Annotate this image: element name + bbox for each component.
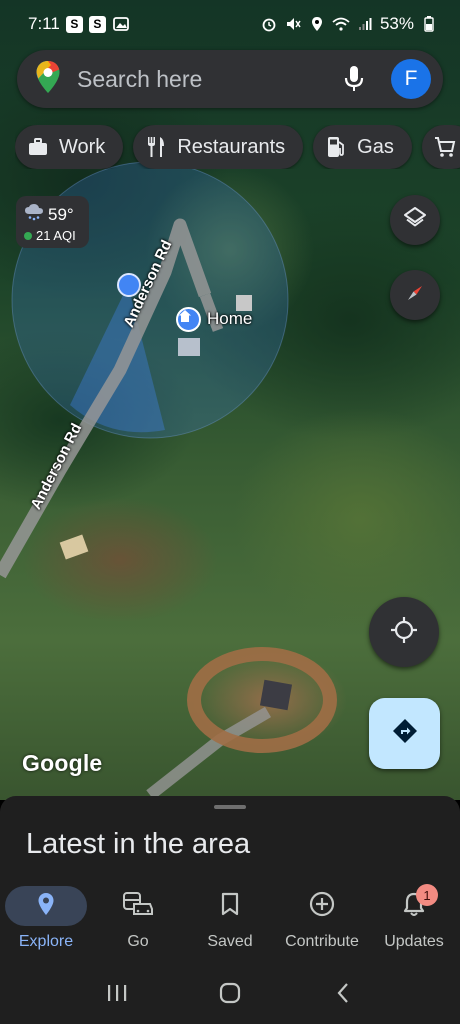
signal-icon <box>356 15 374 33</box>
weather-temperature: 59° <box>48 204 74 224</box>
sheet-drag-handle[interactable] <box>214 805 246 809</box>
location-icon <box>308 15 326 33</box>
aqi-status-dot <box>24 231 32 240</box>
nav-label: Go <box>127 933 149 950</box>
status-bar: 7:11 S S 53% <box>0 0 460 48</box>
battery-percent: 53% <box>379 14 414 33</box>
directions-button[interactable] <box>369 698 440 769</box>
layers-icon <box>403 206 427 235</box>
fork-knife-icon <box>145 136 167 158</box>
microphone-icon[interactable] <box>339 64 369 94</box>
compass-icon <box>402 280 428 311</box>
notification-s-icon: S <box>65 15 83 33</box>
search-bar[interactable]: Search here F <box>17 50 443 108</box>
nav-explore[interactable]: Explore <box>0 880 92 962</box>
nav-label: Saved <box>207 933 253 950</box>
status-time: 7:11 <box>28 14 60 33</box>
gallery-icon <box>112 15 130 33</box>
chip-label: Gas <box>357 135 394 158</box>
map-view[interactable]: Home Anderson Rd Anderson Rd <box>0 0 460 800</box>
crosshair-icon <box>390 616 418 649</box>
notification-s-icon: S <box>88 15 106 33</box>
nav-contribute-icon-wrap <box>281 886 363 926</box>
gas-pump-icon <box>325 136 347 158</box>
nav-label: Explore <box>18 933 74 950</box>
briefcase-icon <box>27 136 49 158</box>
updates-badge: 1 <box>416 884 438 906</box>
nav-go-icon-wrap <box>97 886 179 926</box>
category-chips: Work Restaurants Gas <box>15 125 460 169</box>
nav-label: Updates <box>384 933 444 950</box>
cart-icon <box>434 136 456 158</box>
home-pin-icon[interactable] <box>176 307 201 332</box>
mute-icon <box>284 15 302 33</box>
bottom-navigation: Explore Go Saved Contribute 1 Updates <box>0 880 460 962</box>
google-maps-logo-icon <box>35 60 61 99</box>
chip-label: Restaurants <box>177 135 286 158</box>
directions-icon <box>391 717 419 750</box>
bookmark-icon <box>221 892 239 921</box>
compass-button[interactable] <box>390 270 440 320</box>
recents-icon[interactable] <box>97 973 137 1013</box>
home-label[interactable]: Home <box>207 309 252 329</box>
chip-work[interactable]: Work <box>15 125 124 169</box>
chip-groceries[interactable] <box>421 125 460 169</box>
chip-restaurants[interactable]: Restaurants <box>133 125 304 169</box>
back-icon[interactable] <box>323 973 363 1013</box>
map-overlays <box>0 161 337 800</box>
my-location-button[interactable] <box>369 597 439 667</box>
account-avatar[interactable]: F <box>391 59 431 99</box>
search-input[interactable]: Search here <box>77 66 339 93</box>
alarm-icon <box>260 15 278 33</box>
battery-icon <box>420 15 438 33</box>
bottom-sheet[interactable]: Latest in the area <box>0 796 460 886</box>
sheet-title: Latest in the area <box>26 828 251 860</box>
nav-explore-indicator <box>5 886 87 926</box>
add-circle-icon <box>309 891 335 922</box>
commute-icon <box>122 891 154 922</box>
chip-label: Work <box>59 135 106 158</box>
home-button-icon[interactable] <box>210 973 250 1013</box>
rain-cloud-icon <box>24 203 44 226</box>
google-attribution: Google <box>22 750 103 776</box>
nav-contribute[interactable]: Contribute <box>276 880 368 962</box>
nav-updates[interactable]: 1 Updates <box>368 880 460 962</box>
nav-go[interactable]: Go <box>92 880 184 962</box>
weather-widget[interactable]: 59° 21 AQI <box>16 196 89 248</box>
nav-updates-icon-wrap <box>373 886 455 926</box>
system-navigation-bar <box>0 962 460 1024</box>
pin-icon <box>37 892 55 921</box>
wifi-icon <box>332 15 350 33</box>
nav-saved[interactable]: Saved <box>184 880 276 962</box>
nav-label: Contribute <box>285 933 359 950</box>
chip-gas[interactable]: Gas <box>313 125 412 169</box>
aqi-value: 21 AQI <box>36 228 76 243</box>
nav-saved-icon-wrap <box>189 886 271 926</box>
layers-button[interactable] <box>390 195 440 245</box>
